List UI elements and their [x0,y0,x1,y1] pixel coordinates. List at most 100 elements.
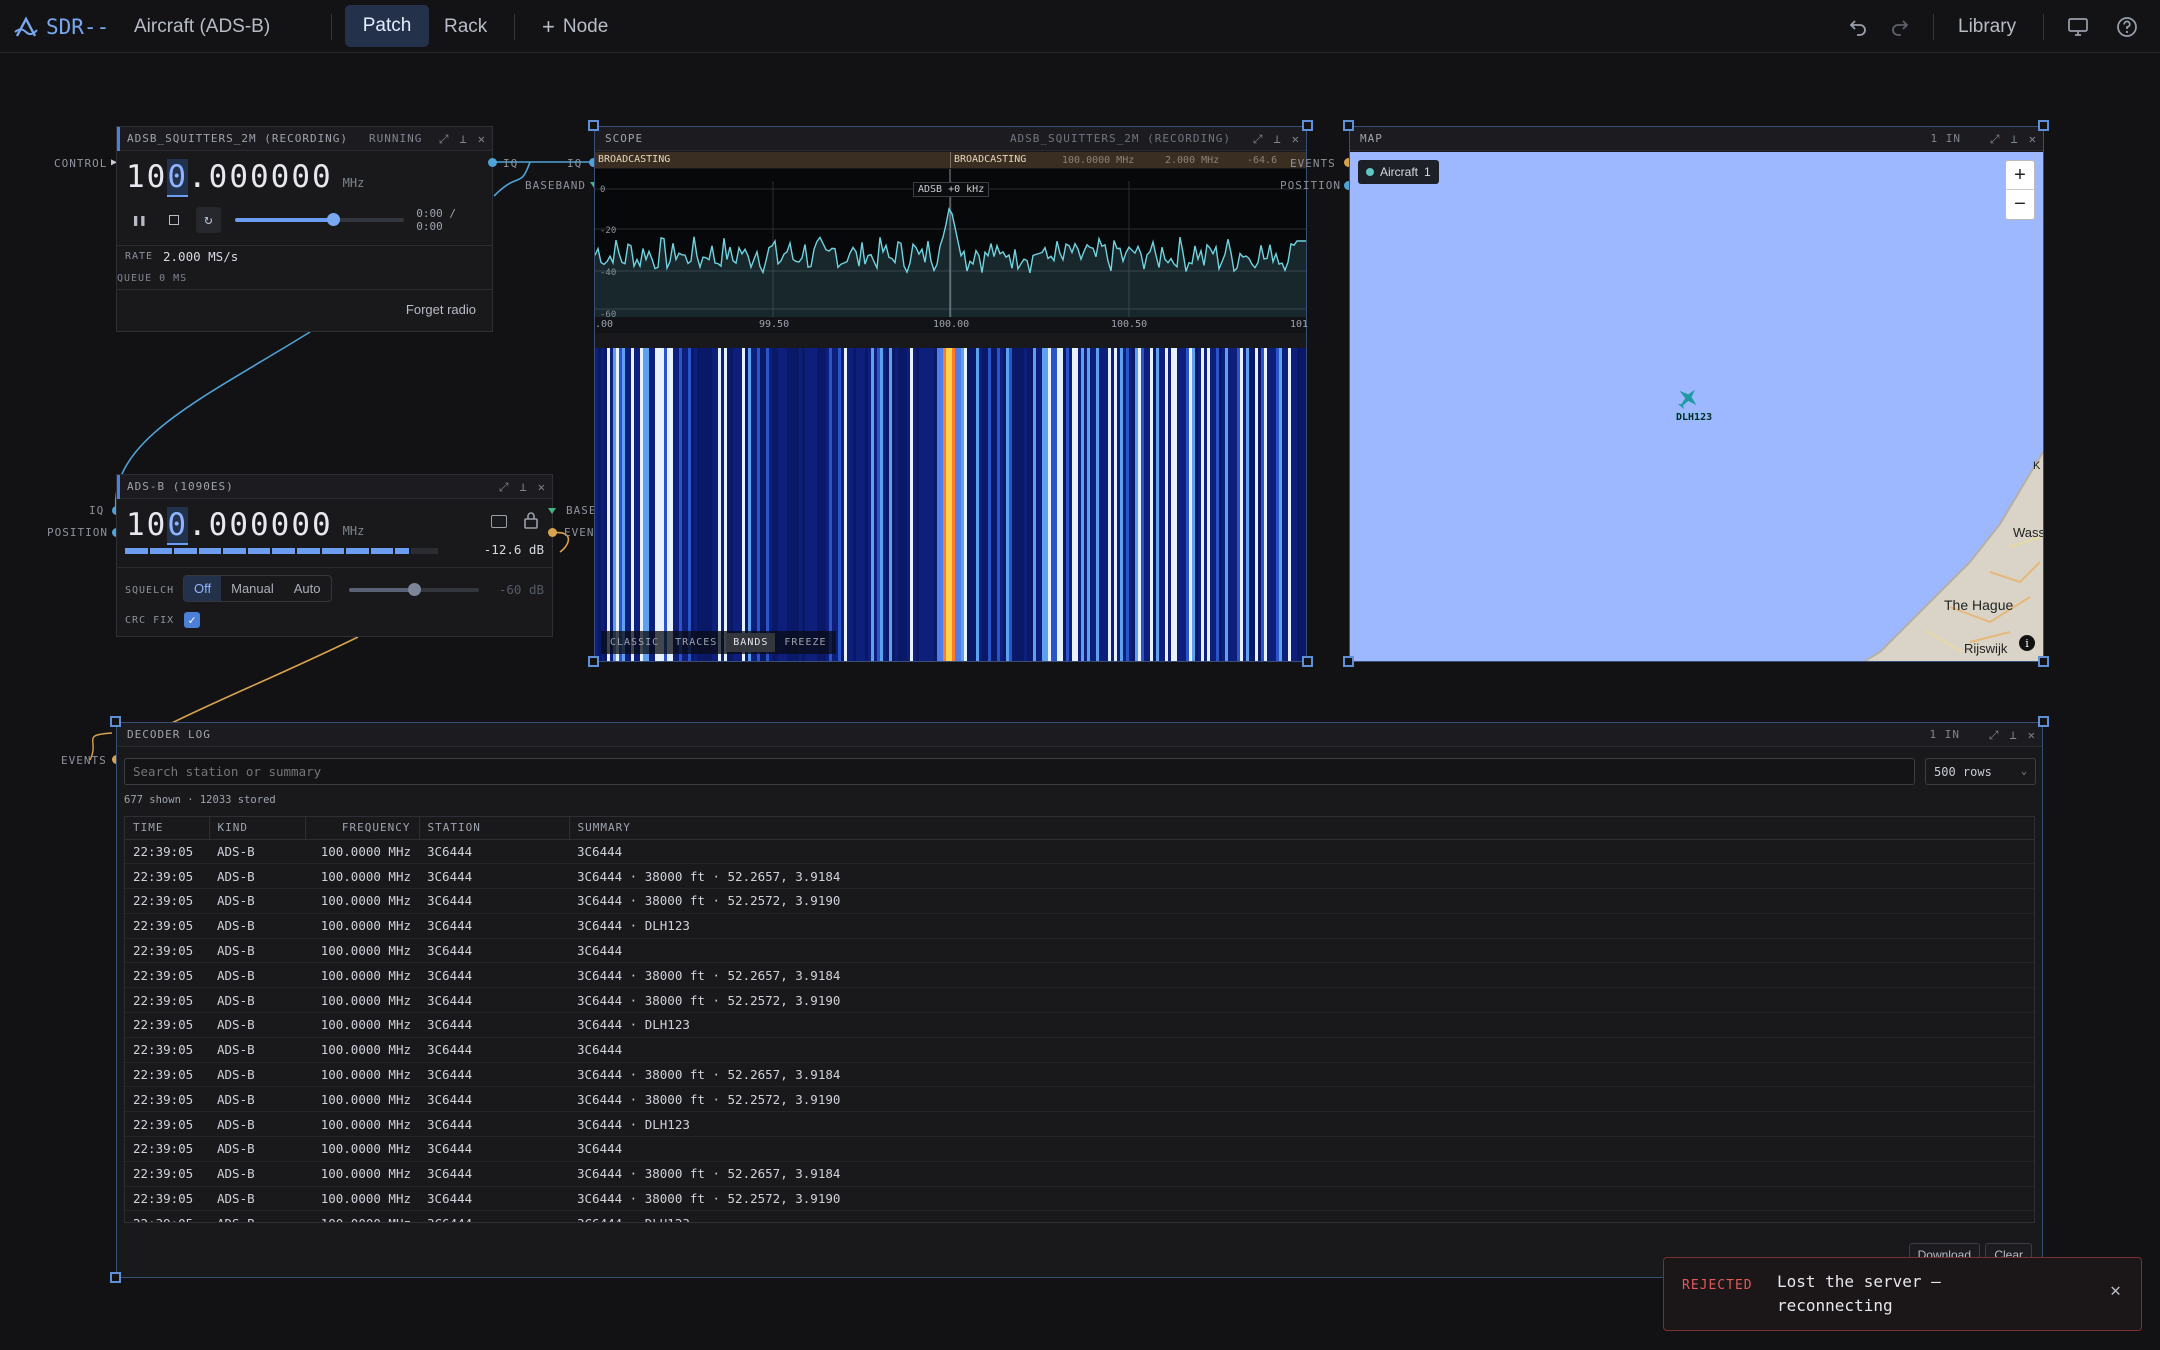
playback-slider[interactable] [234,213,405,226]
adsb-base-port[interactable] [548,508,556,516]
lock-icon[interactable] [522,511,540,529]
resize-handle[interactable] [1302,120,1313,131]
close-icon[interactable]: ✕ [1292,132,1300,146]
info-icon[interactable]: i [2019,635,2035,651]
frequency-digits[interactable]: 100.000000 [126,507,333,545]
column-frequency[interactable]: FREQUENCY [305,817,420,840]
expand-icon[interactable]: ⤢ [1990,132,2001,147]
frequency-digits[interactable]: 100.000000 [126,159,333,197]
adsb-events-port[interactable] [548,528,557,537]
close-icon[interactable]: ✕ [2110,1280,2121,1301]
table-row[interactable]: 22:39:05ADS-B100.0000 MHz3C64443C6444 · … [125,1210,2034,1222]
squelch-manual[interactable]: Manual [221,576,284,601]
keyboard-icon[interactable] [491,515,507,528]
freq-cursor-digit[interactable]: 0 [167,507,188,545]
table-row[interactable]: 22:39:05 ADS-B 100.0000 MHz 3C6444 3C6444 [125,1136,2034,1162]
expand-icon[interactable]: ⤢ [1253,132,1264,147]
resize-handle[interactable] [110,1272,121,1283]
close-icon[interactable]: ✕ [478,132,486,146]
radio-panel: ADSB_SQUITTERS_2M (RECORDING) RUNNING ⤢ … [116,126,493,332]
radio-panel-header[interactable]: ADSB_SQUITTERS_2M (RECORDING) RUNNING ⤢ … [117,127,492,151]
squelch-off[interactable]: Off [184,576,222,601]
zoom-out-button[interactable]: − [2006,190,2034,219]
table-row[interactable]: 22:39:05ADS-B100.0000 MHz3C64443C6444 · … [125,1062,2034,1088]
close-icon[interactable]: ✕ [2028,728,2036,742]
loop-icon[interactable]: ↻ [196,207,221,233]
forget-radio-button[interactable]: Forget radio [406,302,476,317]
resize-handle[interactable] [588,120,599,131]
adsb-base-label: BASE [566,504,597,517]
mode-freeze[interactable]: FREEZE [777,633,833,652]
table-row[interactable]: 22:39:05ADS-B100.0000 MHz3C64443C6444 · … [125,1161,2034,1187]
mode-classic[interactable]: CLASSIC [603,633,666,652]
resize-handle[interactable] [2038,120,2049,131]
map-legend[interactable]: Aircraft 1 [1358,160,1439,184]
squelch-slider[interactable] [349,583,479,596]
pin-icon[interactable]: ⊥ [1274,132,1282,146]
resize-handle[interactable] [588,656,599,667]
map-canvas[interactable]: The Hague Rijswijk Wass K Aircraft 1 + −… [1350,152,2043,661]
radio-frequency[interactable]: 100.000000 MHz [126,159,364,197]
table-row[interactable]: 22:39:05ADS-B100.0000 MHz3C64443C6444 · … [125,863,2034,890]
table-row[interactable]: 22:39:05ADS-B100.0000 MHz3C64443C6444 · … [125,1012,2034,1038]
map-events-label: EVENTS [1290,157,1336,170]
cell-summary: 3C6444 [569,938,2034,964]
log-table-container[interactable]: TIME KIND FREQUENCY STATION SUMMARY 22:3… [124,816,2035,1223]
table-row[interactable]: 22:39:05ADS-B100.0000 MHz3C64443C6444 · … [125,1186,2034,1212]
resize-handle[interactable] [2038,656,2049,667]
adsb-frequency[interactable]: 100.000000 MHz [126,507,364,545]
crc-fix-checkbox[interactable]: ✓ [184,612,200,628]
resize-handle[interactable] [1343,120,1354,131]
close-icon[interactable]: ✕ [2029,132,2037,146]
expand-icon[interactable]: ⤢ [1989,728,2000,743]
squelch-auto[interactable]: Auto [284,576,331,601]
pause-icon[interactable]: ❚❚ [127,207,152,233]
playback-knob[interactable] [327,213,341,226]
table-row[interactable]: 22:39:05 ADS-B 100.0000 MHz 3C6444 3C6444 [125,938,2034,964]
column-time[interactable]: TIME [125,817,210,840]
zoom-in-button[interactable]: + [2006,161,2034,190]
table-row[interactable]: 22:39:05ADS-B100.0000 MHz3C64443C6444 · … [125,1111,2034,1138]
pin-icon[interactable]: ⊥ [520,480,528,494]
squelch-knob[interactable] [408,583,421,596]
column-kind[interactable]: KIND [209,817,306,840]
table-row[interactable]: 22:39:05ADS-B100.0000 MHz3C64443C6444 · … [125,913,2034,939]
waterfall[interactable] [595,348,1306,661]
rows-select[interactable]: 500 rows ⌄ [1925,758,2036,785]
adsb-panel-header[interactable]: ADS-B (1090ES) ⤢ ⊥ ✕ [117,475,552,499]
close-icon[interactable]: ✕ [538,480,546,494]
table-row[interactable]: 22:39:05ADS-B100.0000 MHz3C64443C6444 · … [125,888,2034,914]
log-panel-header[interactable]: DECODER LOG 1 IN ⤢ ⊥ ✕ [117,723,2042,747]
cell-time: 22:39:05 [125,1210,209,1222]
map-panel-header[interactable]: MAP 1 IN ⤢ ⊥ ✕ [1350,127,2043,151]
map-inputs: 1 IN [1930,132,1961,145]
log-search-input[interactable] [124,758,1915,785]
pin-icon[interactable]: ⊥ [2011,132,2019,146]
pin-icon[interactable]: ⊥ [2010,728,2018,742]
freq-cursor-digit[interactable]: 0 [167,159,188,197]
resize-handle[interactable] [1302,656,1313,667]
resize-handle[interactable] [2038,716,2049,727]
radio-iq-port[interactable] [488,158,497,167]
band-left[interactable]: BROADCASTING [598,154,670,165]
stop-icon[interactable] [162,207,187,233]
band-right[interactable]: BROADCASTING [954,154,1026,165]
mode-traces[interactable]: TRACES [668,633,724,652]
table-row[interactable]: 22:39:05ADS-B100.0000 MHz3C64443C6444 · … [125,987,2034,1014]
cell-frequency: 100.0000 MHz [305,962,419,989]
scope-panel-header[interactable]: SCOPE ADSB_SQUITTERS_2M (RECORDING) ⤢ ⊥ … [595,127,1306,151]
mode-bands[interactable]: BANDS [726,633,776,652]
aircraft-icon[interactable] [1675,385,1701,411]
column-summary[interactable]: SUMMARY [569,817,2034,840]
resize-handle[interactable] [1343,656,1354,667]
pin-icon[interactable]: ⊥ [460,132,468,146]
resize-handle[interactable] [110,716,121,727]
column-station[interactable]: STATION [419,817,570,840]
table-row[interactable]: 22:39:05 ADS-B 100.0000 MHz 3C6444 3C6444 [125,1037,2034,1063]
expand-icon[interactable]: ⤢ [499,480,510,495]
table-row[interactable]: 22:39:05ADS-B100.0000 MHz3C64443C6444 · … [125,1086,2034,1113]
table-row[interactable]: 22:39:05ADS-B100.0000 MHz3C64443C6444 · … [125,962,2034,989]
cell-time: 22:39:05 [125,839,209,865]
table-row[interactable]: 22:39:05 ADS-B 100.0000 MHz 3C6444 3C6444 [125,839,2034,865]
expand-icon[interactable]: ⤢ [439,132,450,147]
